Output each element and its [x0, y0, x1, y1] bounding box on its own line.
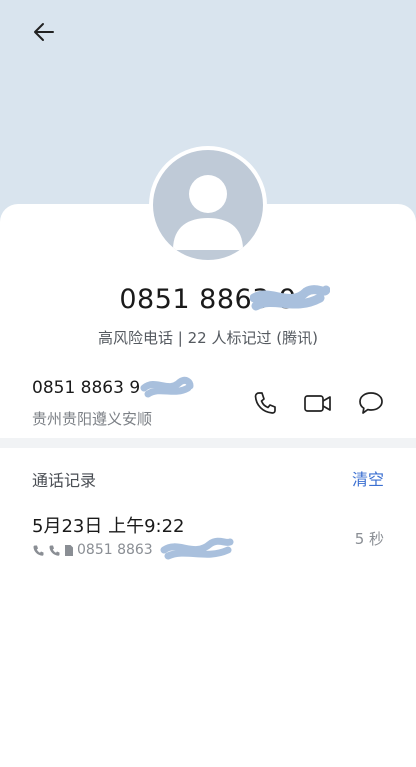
call-number: 0851 8863	[77, 542, 153, 558]
message-button[interactable]	[356, 388, 386, 418]
back-button[interactable]	[28, 16, 60, 48]
section-divider	[0, 438, 416, 448]
sim-card-icon	[65, 544, 73, 556]
arrow-left-icon	[34, 23, 54, 41]
phone-icon	[254, 392, 276, 414]
outgoing-call-icon	[49, 545, 60, 556]
avatar-placeholder-icon	[153, 150, 263, 260]
clear-call-log-button[interactable]: 清空	[352, 466, 384, 490]
avatar	[149, 146, 267, 264]
contact-number-title: 0851 8863 9	[119, 284, 297, 315]
call-meta: 0851 8863	[32, 542, 153, 558]
call-time: 5月23日 上午9:22	[32, 516, 185, 537]
message-icon	[359, 392, 383, 414]
incoming-call-icon	[33, 545, 44, 556]
risk-tag: 高风险电话 | 22 人标记过 (腾讯)	[98, 329, 318, 347]
video-icon	[304, 395, 331, 412]
number-row-number[interactable]: 0851 8863 9	[32, 378, 140, 398]
number-row: 0851 8863 9 贵州贵阳遵义安顺	[0, 370, 416, 434]
call-log-item[interactable]: 5月23日 上午9:22 0851 8863 5 秒	[0, 508, 416, 568]
video-call-button[interactable]	[303, 388, 333, 418]
call-log-title: 通话记录	[32, 471, 97, 490]
number-row-location: 贵州贵阳遵义安顺	[32, 410, 153, 428]
call-button[interactable]	[250, 388, 280, 418]
call-duration: 5 秒	[354, 530, 384, 548]
